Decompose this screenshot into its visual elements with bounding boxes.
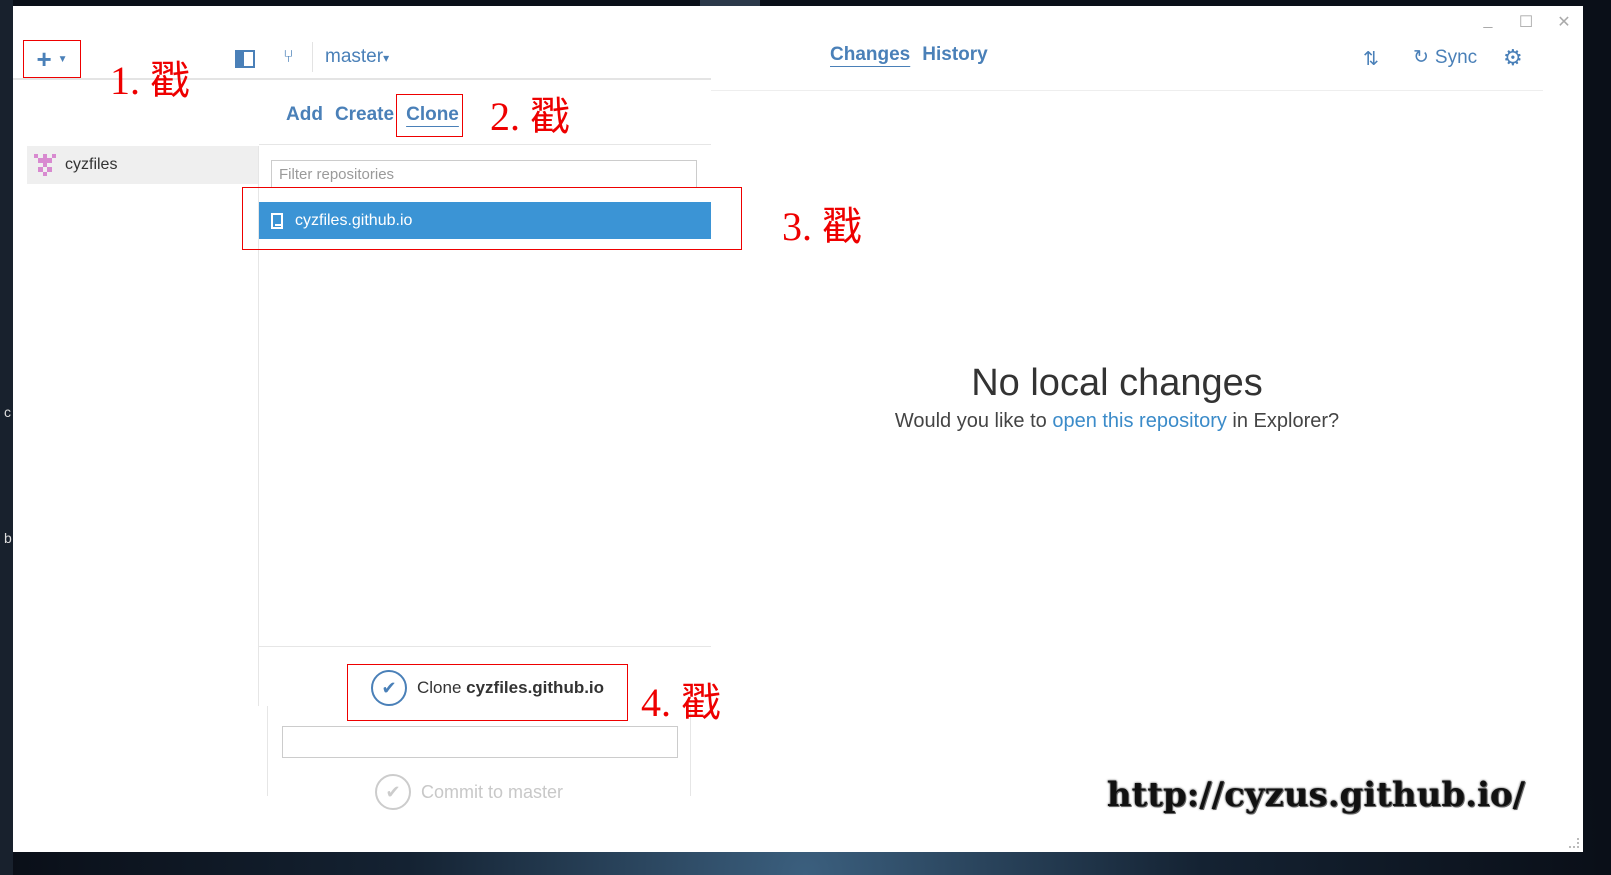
commit-summary-input[interactable]	[282, 726, 678, 758]
empty-sub-text: Would you like to	[894, 410, 1053, 432]
main-pane: Changes History ⇅ ↻ Sync ⚙ No local chan…	[711, 6, 1543, 852]
annotation-box-clone-tab	[396, 94, 463, 137]
tab-history[interactable]: History	[922, 44, 987, 66]
plus-icon: +	[36, 43, 52, 74]
window-controls: _ ☐ ✕	[1469, 12, 1583, 34]
empty-sub-text: in Explorer?	[1226, 410, 1340, 432]
sync-button[interactable]: ↻ Sync	[1413, 46, 1477, 69]
annotation-box-clone-button	[347, 664, 628, 721]
tab-changes[interactable]: Changes	[830, 44, 910, 66]
annotation-step-2: 2. 戳	[490, 94, 570, 139]
divider	[711, 90, 1543, 91]
add-repository-popover: Add Create Clone cyzfiles.github.io ✔ Cl…	[259, 80, 711, 706]
github-desktop-window: + ▼ ⑂ master▾ cyzfiles ✔ Commit to maste…	[13, 6, 1583, 852]
desktop-edge-text: b	[4, 530, 12, 546]
commit-button-label: Commit to master	[421, 781, 564, 802]
branch-selector[interactable]: master▾	[325, 46, 389, 68]
filter-repositories-input[interactable]	[271, 160, 697, 188]
minimize-icon[interactable]: _	[1469, 12, 1507, 34]
chevron-down-icon: ▼	[57, 53, 68, 65]
view-tabs: Changes History	[830, 44, 988, 66]
annotation-step-1: 1. 戳	[110, 58, 190, 103]
sync-icon: ↻	[1413, 47, 1429, 68]
sidebar-toggle-icon[interactable]	[235, 50, 255, 68]
divider	[259, 144, 711, 145]
divider	[259, 646, 711, 647]
branch-icon: ⑂	[283, 46, 294, 66]
commit-button[interactable]: ✔ Commit to master	[375, 774, 563, 810]
gear-icon[interactable]: ⚙	[1503, 45, 1523, 71]
toolbar-divider	[312, 42, 313, 72]
commit-area: ✔ Commit to master	[267, 706, 691, 826]
repository-sidebar: cyzfiles	[13, 80, 259, 820]
empty-state-title: No local changes	[971, 362, 1263, 404]
pane-divider	[267, 706, 268, 796]
empty-state-subtitle: Would you like to open this repository i…	[711, 410, 1523, 433]
branch-name: master	[325, 46, 384, 67]
maximize-icon[interactable]: ☐	[1507, 12, 1545, 34]
resize-grip-icon[interactable]	[1569, 838, 1579, 848]
annotation-step-3: 3. 戳	[782, 204, 862, 249]
check-circle-icon: ✔	[375, 774, 411, 810]
identicon-icon	[34, 154, 56, 176]
annotation-box-repo-row	[242, 187, 742, 250]
tab-create[interactable]: Create	[335, 104, 394, 126]
annotation-step-4: 4. 戳	[641, 680, 721, 725]
sync-label: Sync	[1434, 46, 1478, 68]
desktop-edge-text: c	[4, 404, 11, 420]
watermark-text: http://cyzus.github.io/	[1106, 775, 1525, 815]
open-repository-link[interactable]: open this repository	[1052, 410, 1227, 432]
sidebar-item-label: cyzfiles	[65, 156, 118, 173]
tab-add[interactable]: Add	[286, 104, 323, 126]
sidebar-item-cyzfiles[interactable]: cyzfiles	[27, 146, 259, 184]
close-icon[interactable]: ✕	[1545, 12, 1583, 34]
chevron-down-icon: ▾	[383, 51, 390, 65]
add-repository-button[interactable]: + ▼	[23, 40, 81, 78]
pull-request-icon[interactable]: ⇅	[1363, 48, 1379, 71]
